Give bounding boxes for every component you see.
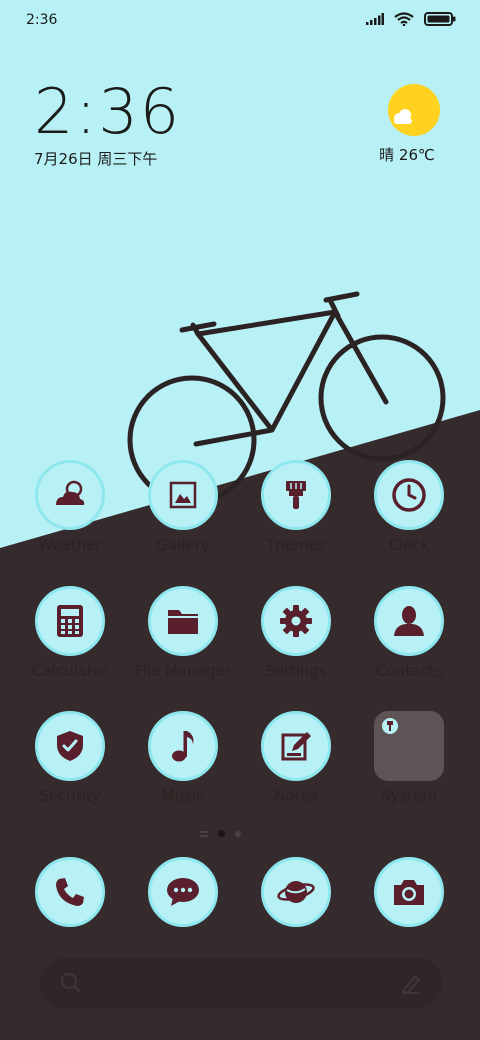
shield-check-icon xyxy=(57,731,83,761)
clock-widget[interactable]: 2:36 7月26日 周三下午 xyxy=(34,76,181,169)
app-calculator[interactable]: Calculator xyxy=(14,586,126,680)
status-time: 2:36 xyxy=(26,12,58,28)
app-music[interactable]: Music xyxy=(127,711,239,805)
page-indicator[interactable] xyxy=(200,830,241,837)
app-label: Contacts xyxy=(375,662,443,680)
app-folder-system[interactable]: System xyxy=(353,711,465,805)
app-label: Calculator xyxy=(31,662,109,680)
app-file-manager[interactable]: File Manager xyxy=(127,586,239,680)
brush-icon xyxy=(286,481,306,509)
app-security[interactable]: Security xyxy=(14,711,126,805)
gear-icon xyxy=(280,605,312,637)
app-weather[interactable]: Weather xyxy=(14,460,126,554)
widget-date: 7月26日 周三下午 xyxy=(34,150,158,168)
app-themes[interactable]: Themes xyxy=(240,460,352,554)
app-clock[interactable]: Clock xyxy=(353,460,465,554)
weather-text: 晴 26℃ xyxy=(379,146,435,164)
home-screen: 2:36 2:36 7月26日 周三下午 晴 26℃ Weather Galle… xyxy=(0,0,480,1040)
app-label: System xyxy=(381,787,437,805)
folder-mini-app-icon xyxy=(382,718,398,734)
app-label: Themes xyxy=(266,536,326,554)
dock-phone[interactable] xyxy=(14,857,126,927)
app-gallery[interactable]: Gallery xyxy=(127,460,239,554)
message-icon xyxy=(167,878,199,906)
person-icon xyxy=(394,606,424,636)
app-settings[interactable]: Settings xyxy=(240,586,352,680)
weather-widget[interactable]: 晴 26℃ xyxy=(379,84,444,165)
signal-icon xyxy=(366,13,384,25)
app-label: File Manager xyxy=(135,662,231,680)
app-notes[interactable]: Notes xyxy=(240,711,352,805)
edit-note-icon xyxy=(281,732,311,761)
dock-browser[interactable] xyxy=(240,857,352,927)
app-label: Music xyxy=(161,787,205,805)
app-label: Clock xyxy=(388,536,430,554)
app-label: Weather xyxy=(38,536,102,554)
folder-icon xyxy=(168,610,198,634)
image-icon xyxy=(169,481,197,509)
app-label: Gallery xyxy=(156,536,210,554)
calculator-icon xyxy=(57,605,83,637)
search-bar[interactable] xyxy=(40,958,442,1008)
folder-grid-icon xyxy=(374,711,444,781)
dock-messages[interactable] xyxy=(127,857,239,927)
battery-icon xyxy=(424,12,456,26)
page-dot xyxy=(235,830,241,837)
status-bar: 2:36 xyxy=(0,0,480,40)
wifi-icon xyxy=(394,12,414,26)
page-indicator-list-icon xyxy=(200,830,208,837)
app-label: Settings xyxy=(265,662,327,680)
cloud-moon-icon xyxy=(56,480,85,505)
dock-camera[interactable] xyxy=(353,857,465,927)
app-label: Security xyxy=(39,787,101,805)
status-icons xyxy=(366,12,456,26)
mic-icon[interactable] xyxy=(400,972,422,998)
widget-time: 2:36 xyxy=(34,75,182,148)
sun-cloud-icon xyxy=(388,84,440,136)
app-contacts[interactable]: Contacts xyxy=(353,586,465,680)
phone-icon xyxy=(56,878,84,906)
planet-icon xyxy=(277,881,315,903)
search-icon xyxy=(60,972,82,998)
page-dot-active xyxy=(218,830,225,837)
app-label: Notes xyxy=(274,787,318,805)
clock-icon xyxy=(392,478,426,512)
music-note-icon xyxy=(172,731,194,762)
camera-icon xyxy=(394,880,424,905)
